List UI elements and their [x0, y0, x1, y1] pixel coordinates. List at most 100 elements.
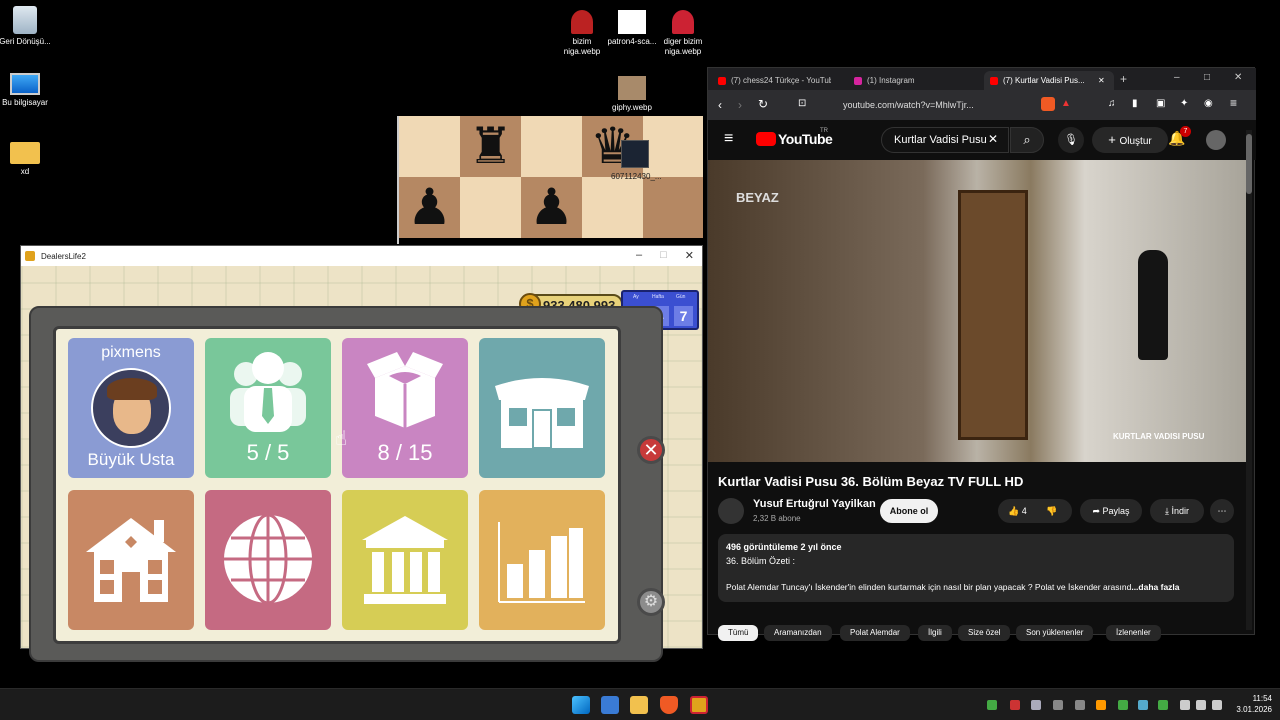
- extensions-icon[interactable]: ♫: [1108, 98, 1116, 109]
- maximize-button[interactable]: □: [1204, 72, 1210, 83]
- close-window-button[interactable]: ✕: [1234, 72, 1242, 83]
- new-tab-button[interactable]: +: [1120, 72, 1127, 86]
- close-tab-icon[interactable]: ✕: [1098, 76, 1105, 85]
- bookmark-icon[interactable]: ⊡: [798, 98, 806, 109]
- download-label: İndir: [1171, 506, 1189, 516]
- black-rook-icon[interactable]: ♜: [460, 116, 521, 177]
- chip-related[interactable]: İlgili: [918, 625, 952, 641]
- tray-icon[interactable]: [1075, 700, 1085, 710]
- more-actions-button[interactable]: ⋯: [1210, 499, 1234, 523]
- clock[interactable]: 11:54 3.01.2026: [1228, 693, 1272, 715]
- tray-icon[interactable]: [1118, 700, 1128, 710]
- tab-chess24[interactable]: (7) chess24 Türkçe - YouTub...: [712, 71, 842, 90]
- chip-recent[interactable]: Son yüklenenler: [1016, 625, 1094, 641]
- scrollbar[interactable]: [1246, 130, 1252, 630]
- profile-tile[interactable]: pixmens Büyük Usta: [68, 338, 194, 478]
- desktop-icon-diger-bizim-niga[interactable]: diger bizim niga.webp: [651, 10, 715, 57]
- chip-watched[interactable]: İzlenenler: [1106, 625, 1161, 641]
- hamburger-icon[interactable]: ≡: [724, 130, 733, 148]
- tray-icon[interactable]: [1053, 700, 1063, 710]
- steam-icon[interactable]: [1031, 700, 1041, 710]
- desktop-icon-label: giphy.webp: [612, 103, 652, 112]
- world-tile[interactable]: [205, 490, 331, 630]
- desktop-icon-xd-folder[interactable]: xd: [0, 142, 57, 177]
- search-icon[interactable]: ⌕: [1010, 127, 1044, 153]
- maximize-button[interactable]: □: [660, 249, 667, 262]
- black-pawn-icon[interactable]: ♟: [521, 177, 582, 238]
- subscribe-button[interactable]: Abone ol: [880, 499, 938, 523]
- gear-icon[interactable]: ⚙: [637, 588, 665, 616]
- minimize-button[interactable]: –: [1174, 72, 1180, 83]
- desktop-icon-this-pc[interactable]: Bu bilgisayar: [0, 73, 57, 108]
- black-pawn-icon[interactable]: ♟: [399, 177, 460, 238]
- minimize-button[interactable]: –: [636, 249, 642, 262]
- channel-avatar[interactable]: [718, 498, 744, 524]
- chip-for-you[interactable]: Size özel: [958, 625, 1011, 641]
- network-icon[interactable]: [1180, 700, 1190, 710]
- tray-icon[interactable]: [1158, 700, 1168, 710]
- battery-icon[interactable]: [1212, 700, 1222, 710]
- show-more-link[interactable]: ...daha fazla: [1131, 582, 1179, 592]
- description-heading: 36. Bölüm Özeti :: [726, 556, 796, 566]
- chip-all[interactable]: Tümü: [718, 625, 759, 641]
- scrollbar-thumb[interactable]: [1246, 134, 1252, 194]
- recycle-bin-icon: [13, 6, 37, 34]
- browser-window[interactable]: (7) chess24 Türkçe - YouTub... (1) Insta…: [707, 67, 1256, 641]
- shop-tile[interactable]: [479, 338, 605, 478]
- sidebar-icon[interactable]: ▮: [1132, 98, 1138, 109]
- vpn-icon[interactable]: ◉: [1204, 98, 1213, 109]
- storage-tile[interactable]: 8 / 15: [342, 338, 468, 478]
- tray-icon[interactable]: [1138, 700, 1148, 710]
- tray-icon[interactable]: [987, 700, 997, 710]
- chess-board-window[interactable]: ♜ ♛ ♟ ♟ 607112430_...: [397, 116, 703, 244]
- thumbs-down-icon[interactable]: 👎: [1046, 499, 1057, 523]
- gallery-icon[interactable]: [601, 696, 619, 714]
- tab-kurtlar-vadisi[interactable]: (7) Kurtlar Vadisi Pus... ✕: [984, 71, 1114, 90]
- tray-icon[interactable]: [1010, 700, 1020, 710]
- employees-tile[interactable]: 5 / 5: [205, 338, 331, 478]
- image-file-icon: [618, 76, 646, 100]
- close-menu-button[interactable]: ✕: [637, 436, 665, 464]
- tab-instagram[interactable]: (1) Instagram: [848, 71, 978, 90]
- dealerslife2-window[interactable]: DealersLife2 – □ ✕ $ 933.480.993 Ay Haft…: [20, 245, 703, 662]
- brave-browser-icon[interactable]: [660, 696, 678, 714]
- dealerslife2-icon[interactable]: [690, 696, 708, 714]
- reload-icon[interactable]: ↻: [758, 97, 768, 111]
- share-button[interactable]: ➦ Paylaş: [1080, 499, 1142, 523]
- bank-tile[interactable]: [342, 490, 468, 630]
- forward-icon[interactable]: ›: [738, 98, 742, 112]
- clear-search-icon[interactable]: ✕: [988, 132, 998, 146]
- leo-icon[interactable]: ✦: [1180, 98, 1188, 109]
- download-button[interactable]: ⤓ İndir: [1150, 499, 1204, 523]
- statistics-tile[interactable]: [479, 490, 605, 630]
- house-tile[interactable]: [68, 490, 194, 630]
- youtube-logo-icon[interactable]: [756, 132, 776, 146]
- menu-icon[interactable]: ≡: [1230, 96, 1237, 110]
- channel-name[interactable]: Yusuf Ertuğrul Yayilkan: [753, 498, 876, 510]
- brave-rewards-icon[interactable]: ▲: [1061, 98, 1071, 109]
- close-window-button[interactable]: ✕: [685, 249, 694, 262]
- chip-from-search[interactable]: Aramanızdan: [764, 625, 832, 641]
- desktop-icon-recycle-bin[interactable]: Geri Dönüşü...: [0, 6, 57, 47]
- volume-icon[interactable]: [1196, 700, 1206, 710]
- like-button[interactable]: 👍 4 👎: [998, 499, 1072, 523]
- address-bar: ‹ › ↻ ⊡ youtube.com/watch?v=MhlwTjr... ▲…: [708, 90, 1256, 120]
- create-button[interactable]: + Oluştur: [1092, 127, 1168, 153]
- chip-polat-alemdar[interactable]: Polat Alemdar: [840, 625, 910, 641]
- back-icon[interactable]: ‹: [718, 98, 722, 112]
- file-explorer-icon[interactable]: [630, 696, 648, 714]
- description-box[interactable]: 496 görüntüleme 2 yıl önce 36. Bölüm Öze…: [718, 534, 1234, 602]
- house-icon: [86, 518, 176, 602]
- url-field[interactable]: youtube.com/watch?v=MhlwTjr...: [843, 96, 1033, 114]
- microphone-icon[interactable]: 🎙: [1058, 127, 1084, 153]
- tray-icon[interactable]: [1096, 700, 1106, 710]
- avatar[interactable]: [1206, 130, 1226, 150]
- wallet-icon[interactable]: ▣: [1156, 98, 1165, 109]
- window-titlebar[interactable]: DealersLife2 – □ ✕: [21, 246, 702, 266]
- desktop-icon-giphy[interactable]: giphy.webp: [600, 76, 664, 113]
- date-label-month: Ay: [633, 294, 639, 300]
- desktop-icon-label: xd: [20, 167, 30, 176]
- video-player[interactable]: BEYAZ KURTLAR VADISI PUSU: [708, 160, 1246, 462]
- start-icon[interactable]: [572, 696, 590, 714]
- brave-shield-icon[interactable]: [1041, 97, 1055, 111]
